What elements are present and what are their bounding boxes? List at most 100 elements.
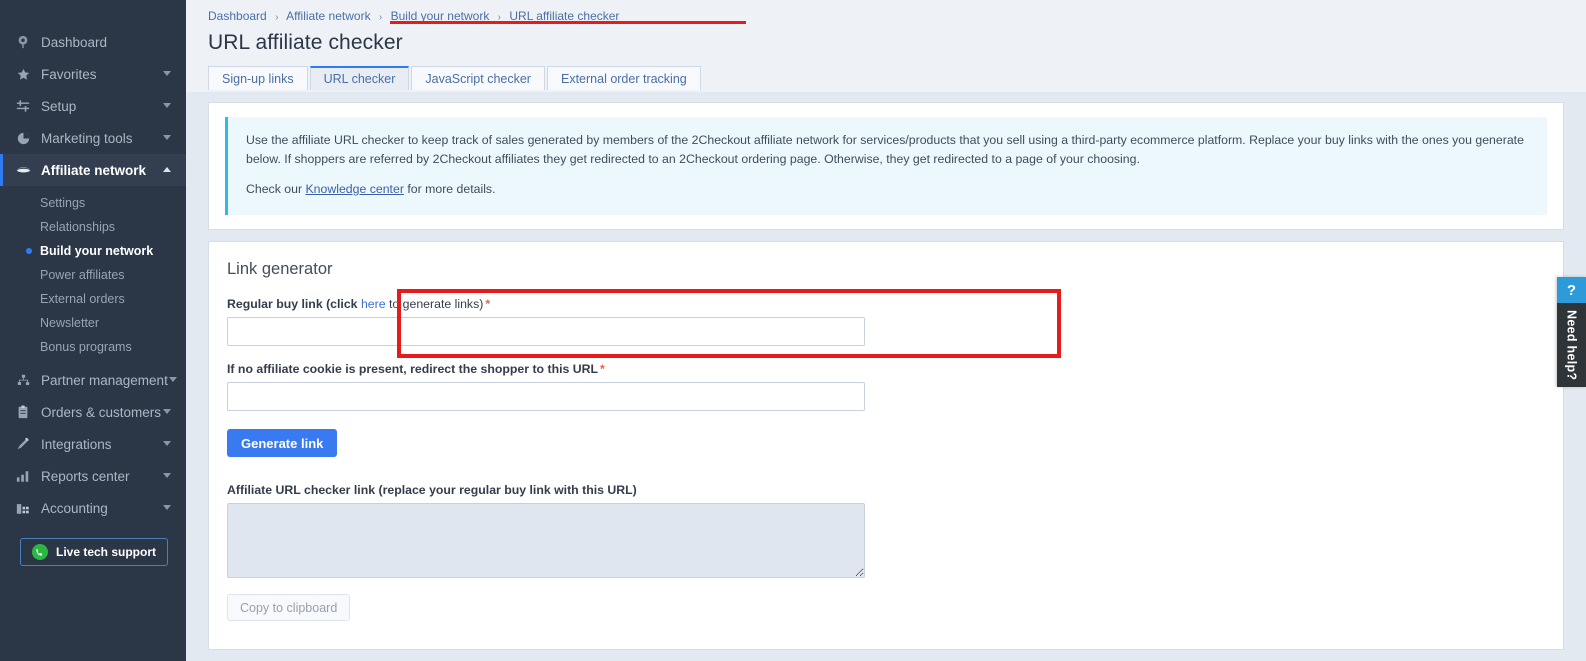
sidebar-item-label: Reports center <box>41 468 130 484</box>
info-knowledge-line: Check our Knowledge center for more deta… <box>246 180 1529 199</box>
breadcrumb-item-dashboard[interactable]: Dashboard <box>208 9 267 23</box>
need-help-label-wrapper[interactable]: Need help? <box>1557 303 1586 387</box>
sidebar-item-label: Partner management <box>41 372 168 388</box>
sidebar-item-label: Dashboard <box>41 34 108 50</box>
live-tech-support-label: Live tech support <box>55 545 156 559</box>
org-chart-icon <box>14 372 32 388</box>
page-content: Use the affiliate URL checker to keep tr… <box>186 92 1586 651</box>
sidebar-item-orders-customers[interactable]: Orders & customers <box>0 396 186 428</box>
redirect-url-input[interactable] <box>227 382 865 412</box>
sidebar-item-label: Integrations <box>41 436 112 452</box>
sidebar-subitem-settings[interactable]: Settings <box>0 191 186 215</box>
sidebar-subitem-label: Relationships <box>40 220 116 234</box>
info-paragraph: Use the affiliate URL checker to keep tr… <box>246 133 1524 167</box>
sidebar-item-marketing-tools[interactable]: Marketing tools <box>0 122 186 154</box>
handshake-icon <box>14 162 32 178</box>
generate-link-button[interactable]: Generate link <box>227 429 338 458</box>
sidebar-item-label: Favorites <box>41 66 97 82</box>
breadcrumb: Dashboard › Affiliate network › Build yo… <box>208 9 619 23</box>
chevron-down-icon <box>162 101 172 111</box>
need-help-label: Need help? <box>1564 309 1579 381</box>
support-button-wrapper: Live tech support <box>0 524 186 566</box>
dashboard-icon <box>14 34 32 50</box>
tab-label: JavaScript checker <box>425 71 531 86</box>
sidebar-item-label: Setup <box>41 98 77 114</box>
info-card: Use the affiliate URL checker to keep tr… <box>208 102 1564 231</box>
tab-label: External order tracking <box>560 71 687 86</box>
sidebar-subitem-relationships[interactable]: Relationships <box>0 215 186 239</box>
sidebar-subitem-power-affiliates[interactable]: Power affiliates <box>0 263 186 287</box>
clipboard-icon <box>14 404 32 420</box>
sidebar-item-affiliate-network[interactable]: Affiliate network <box>0 154 186 186</box>
page-header: Dashboard › Affiliate network › Build yo… <box>186 0 1586 92</box>
link-generator-card: Link generator Regular buy link (click h… <box>208 241 1564 651</box>
breadcrumb-separator: › <box>497 12 502 23</box>
main-area: Dashboard › Affiliate network › Build yo… <box>186 0 1586 661</box>
buy-link-label-prefix: Regular buy link (click <box>227 297 361 312</box>
sidebar-subitem-build-your-network[interactable]: Build your network <box>0 239 186 263</box>
redirect-url-label-text: If no affiliate cookie is present, redir… <box>227 362 599 377</box>
chevron-down-icon <box>162 503 172 513</box>
sidebar-subitem-label: Newsletter <box>40 316 100 330</box>
tab-bar: Sign-up links URL checker JavaScript che… <box>208 66 1586 90</box>
copy-to-clipboard-button[interactable]: Copy to clipboard <box>227 594 351 622</box>
sidebar-subitem-newsletter[interactable]: Newsletter <box>0 311 186 335</box>
sidebar-subitem-label: Settings <box>40 196 86 210</box>
sidebar-subitem-label: External orders <box>40 292 125 306</box>
app-root: Dashboard Favorites Setup Marketing tool… <box>0 0 1586 661</box>
bar-chart-icon <box>14 468 32 484</box>
sidebar-item-dashboard[interactable]: Dashboard <box>0 26 186 58</box>
sidebar-subitem-bonus-programs[interactable]: Bonus programs <box>0 335 186 359</box>
sidebar-item-integrations[interactable]: Integrations <box>0 428 186 460</box>
plug-icon <box>14 436 32 452</box>
breadcrumb-separator: › <box>275 12 279 23</box>
chevron-up-icon <box>162 165 172 175</box>
buy-link-input[interactable] <box>227 317 865 347</box>
sidebar-subitem-label: Power affiliates <box>40 268 125 282</box>
info-check-prefix: Check our <box>246 182 306 197</box>
star-icon <box>14 66 32 82</box>
tab-javascript-checker[interactable]: JavaScript checker <box>411 66 545 90</box>
result-link-label: Affiliate URL checker link (replace your… <box>227 483 637 498</box>
knowledge-center-link[interactable]: Knowledge center <box>305 182 403 196</box>
sliders-icon <box>14 98 32 114</box>
buy-link-label: Regular buy link (click here to generate… <box>227 297 1545 311</box>
chevron-down-icon <box>162 407 172 417</box>
sidebar-item-partner-management[interactable]: Partner management <box>0 364 186 396</box>
chevron-down-icon <box>162 133 172 143</box>
breadcrumb-item-build-your-network[interactable]: Build your network <box>391 9 490 23</box>
chevron-down-icon <box>162 471 172 481</box>
active-dot-icon <box>26 248 32 254</box>
tab-label: Sign-up links <box>222 71 294 86</box>
live-tech-support-button[interactable]: Live tech support <box>20 538 168 566</box>
info-banner: Use the affiliate URL checker to keep tr… <box>225 117 1547 216</box>
sidebar-item-favorites[interactable]: Favorites <box>0 58 186 90</box>
breadcrumb-separator: › <box>378 12 383 23</box>
chevron-down-icon <box>162 69 172 79</box>
tab-external-order-tracking[interactable]: External order tracking <box>546 66 701 90</box>
sidebar-item-reports-center[interactable]: Reports center <box>0 460 186 492</box>
ledger-icon <box>14 500 32 516</box>
phone-support-icon <box>31 544 48 560</box>
here-link[interactable]: here <box>361 297 386 311</box>
sidebar-subitem-label: Bonus programs <box>40 340 132 354</box>
breadcrumb-item-affiliate-network[interactable]: Affiliate network <box>286 9 371 23</box>
question-mark-icon[interactable]: ? <box>1557 277 1586 303</box>
sidebar-item-label: Orders & customers <box>41 404 162 420</box>
chevron-down-icon <box>168 375 178 385</box>
redirect-url-label: If no affiliate cookie is present, redir… <box>227 362 1545 376</box>
required-marker: * <box>485 297 491 312</box>
need-help-tab[interactable]: ? Need help? <box>1557 277 1586 387</box>
tab-sign-up-links[interactable]: Sign-up links <box>208 66 308 90</box>
affiliate-url-result-textarea[interactable] <box>227 503 865 579</box>
required-marker: * <box>600 362 605 377</box>
sidebar-item-label: Accounting <box>41 500 108 516</box>
sidebar-item-accounting[interactable]: Accounting <box>0 492 186 524</box>
tab-url-checker[interactable]: URL checker <box>309 66 410 90</box>
sidebar-item-setup[interactable]: Setup <box>0 90 186 122</box>
sidebar-subitem-external-orders[interactable]: External orders <box>0 287 186 311</box>
tab-label: URL checker <box>323 72 396 86</box>
